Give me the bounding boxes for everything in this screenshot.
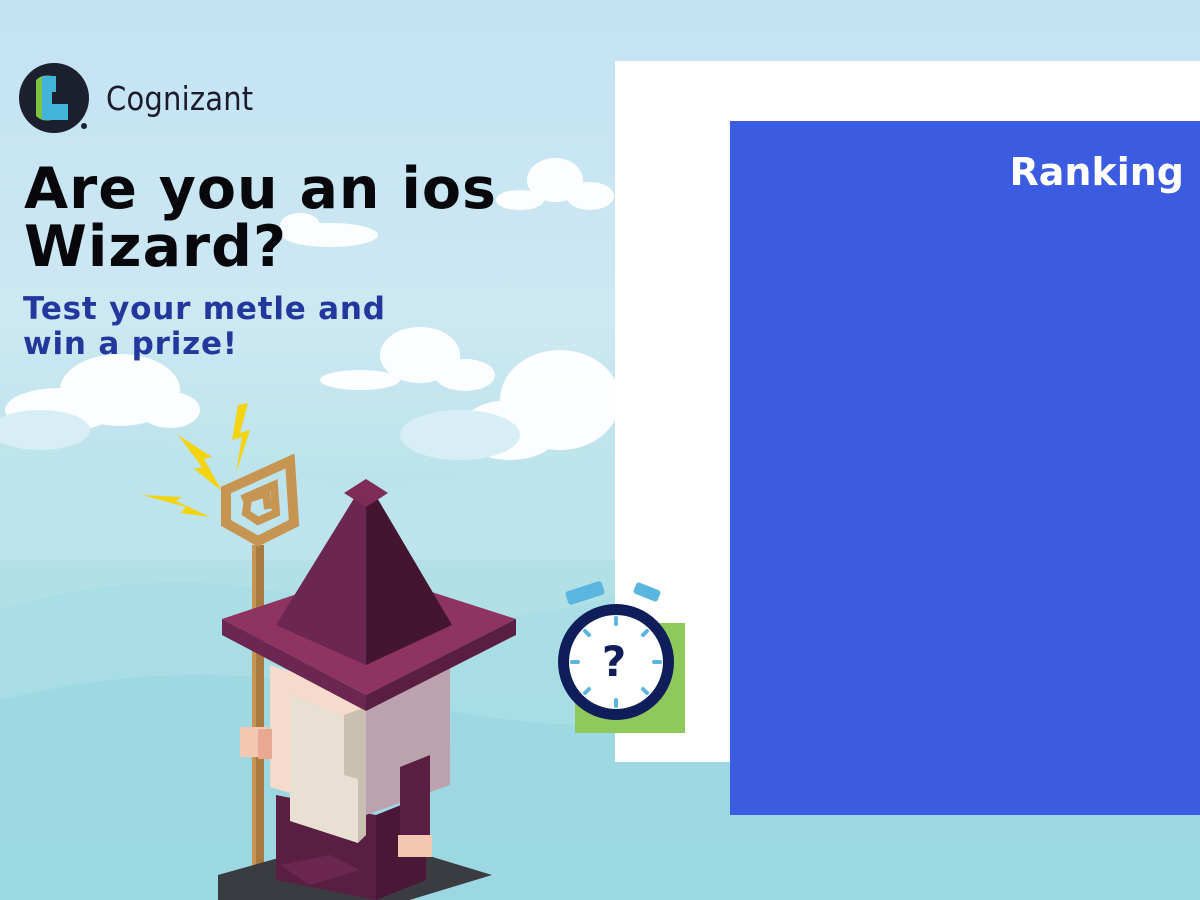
page-subtitle: Test your metle and win a prize! — [23, 292, 443, 362]
timer-symbol: ? — [602, 637, 626, 686]
headline-line-1: Are you an ios — [24, 156, 497, 222]
subline-line-1: Test your metle and — [23, 291, 386, 327]
ranking-title: Ranking — [1009, 150, 1184, 194]
brand-name: Cognizant — [106, 78, 254, 118]
ranking-panel — [730, 121, 1200, 815]
wizard-illustration — [142, 403, 516, 900]
page-title: Are you an ios Wizard? — [24, 160, 584, 276]
cognizant-logo-icon — [19, 63, 89, 133]
headline-line-2: Wizard? — [24, 214, 288, 280]
brand-logo: Cognizant — [18, 62, 273, 134]
subline-line-2: win a prize! — [23, 326, 238, 362]
stopwatch-icon: ? — [558, 581, 674, 720]
